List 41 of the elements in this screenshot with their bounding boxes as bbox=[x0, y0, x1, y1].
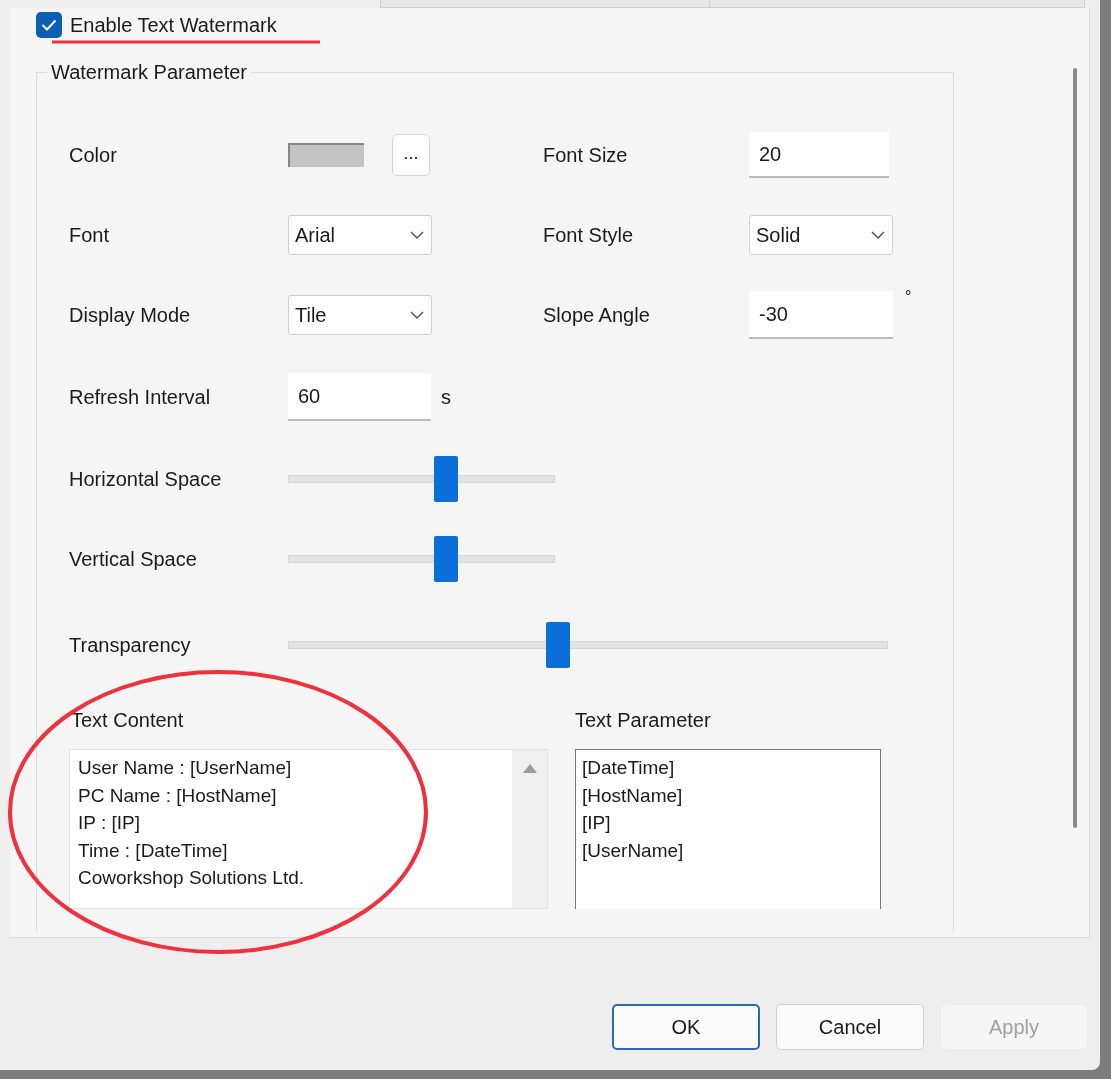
checkmark-icon bbox=[41, 19, 57, 31]
refresh-interval-field[interactable]: 60 bbox=[288, 373, 431, 421]
text-parameter-list[interactable]: [DateTime] [HostName] [IP] [UserName] bbox=[575, 749, 881, 909]
field-label: Text Parameter bbox=[575, 708, 712, 733]
list-item[interactable]: [IP] bbox=[582, 809, 611, 837]
slider-label: Vertical Space bbox=[69, 547, 198, 572]
slider-label: Horizontal Space bbox=[69, 467, 223, 492]
chevron-down-icon bbox=[409, 310, 425, 320]
display-mode-dropdown[interactable]: Tile bbox=[288, 295, 432, 335]
slider-thumb[interactable] bbox=[433, 456, 458, 502]
field-label: Color bbox=[69, 143, 118, 168]
field-label: Display Mode bbox=[69, 303, 192, 328]
chevron-down-icon bbox=[870, 230, 886, 240]
checkbox[interactable] bbox=[36, 12, 62, 38]
field-label: Font Style bbox=[543, 223, 635, 248]
font-dropdown[interactable]: Arial bbox=[288, 215, 432, 255]
unit-label: ° bbox=[905, 287, 912, 307]
list-item[interactable]: [UserName] bbox=[582, 836, 684, 864]
field-label: Refresh Interval bbox=[69, 385, 212, 410]
slider[interactable] bbox=[288, 622, 888, 668]
slope-angle-field[interactable]: -30 bbox=[749, 291, 893, 339]
dialog-button[interactable]: Cancel bbox=[776, 1004, 924, 1050]
chevron-down-icon bbox=[409, 230, 425, 240]
unit-label: s bbox=[441, 385, 451, 410]
slider[interactable] bbox=[288, 456, 555, 502]
slider-thumb[interactable] bbox=[546, 622, 570, 668]
list-item[interactable]: [HostName] bbox=[582, 781, 683, 809]
field-label: Slope Angle bbox=[543, 303, 651, 328]
font-style-dropdown[interactable]: Solid bbox=[749, 215, 893, 255]
font-size-field[interactable]: 20 bbox=[749, 132, 889, 178]
slider-thumb[interactable] bbox=[433, 536, 458, 582]
scrollbar-thumb[interactable] bbox=[1073, 68, 1077, 828]
checkbox-label: Enable Text Watermark bbox=[70, 13, 277, 38]
slider-label: Transparency bbox=[69, 633, 192, 658]
list-item[interactable]: [DateTime] bbox=[582, 754, 675, 782]
dialog-button[interactable]: OK bbox=[612, 1004, 760, 1050]
slider[interactable] bbox=[288, 536, 555, 582]
field-label: Font bbox=[69, 223, 111, 248]
field-label: Text Content bbox=[70, 708, 184, 733]
color-picker-button[interactable]: ... bbox=[392, 134, 430, 176]
field-label: Font Size bbox=[543, 143, 629, 168]
